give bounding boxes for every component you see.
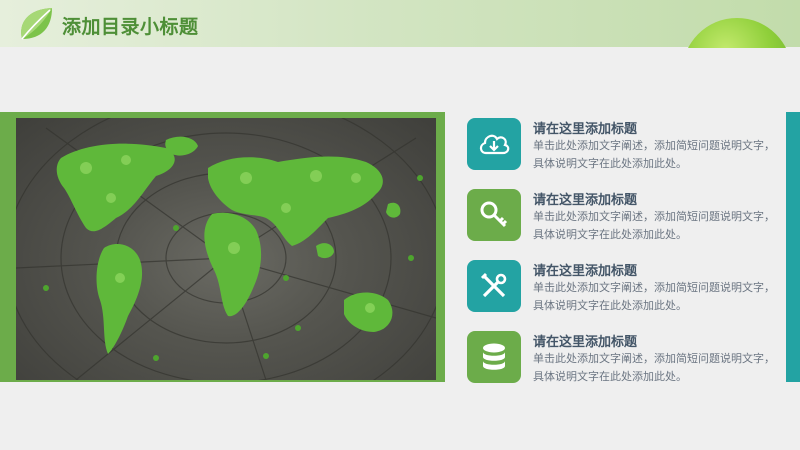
- page-title: 添加目录小标题: [62, 16, 199, 38]
- item-title: 请在这里添加标题: [533, 122, 638, 137]
- accent-strip: [786, 112, 800, 382]
- database-icon: [467, 331, 521, 383]
- list-item: 请在这里添加标题 单击此处添加文字阐述，添加简短问题说明文字，具体说明文字在此处…: [467, 331, 777, 391]
- decorative-ball: [682, 18, 792, 48]
- list-item: 请在这里添加标题 单击此处添加文字阐述，添加简短问题说明文字，具体说明文字在此处…: [467, 118, 777, 178]
- header-bar: 添加目录小标题: [0, 0, 800, 47]
- list-item: 请在这里添加标题 单击此处添加文字阐述，添加简短问题说明文字，具体说明文字在此处…: [467, 260, 777, 320]
- item-description: 单击此处添加文字阐述，添加简短问题说明文字，具体说明文字在此处添加此处。: [533, 210, 775, 241]
- item-description: 单击此处添加文字阐述，添加简短问题说明文字，具体说明文字在此处添加此处。: [533, 352, 775, 383]
- list-item: 请在这里添加标题 单击此处添加文字阐述，添加简短问题说明文字，具体说明文字在此处…: [467, 189, 777, 249]
- item-description: 单击此处添加文字阐述，添加简短问题说明文字，具体说明文字在此处添加此处。: [533, 139, 775, 170]
- key-icon: [467, 189, 521, 241]
- world-map-image: [16, 118, 436, 380]
- cloud-download-icon: [467, 118, 521, 170]
- item-title: 请在这里添加标题: [533, 193, 638, 208]
- item-description: 单击此处添加文字阐述，添加简短问题说明文字，具体说明文字在此处添加此处。: [533, 281, 775, 312]
- tools-icon: [467, 260, 521, 312]
- leaf-logo-icon: [16, 5, 56, 43]
- item-title: 请在这里添加标题: [533, 264, 638, 279]
- item-title: 请在这里添加标题: [533, 335, 638, 350]
